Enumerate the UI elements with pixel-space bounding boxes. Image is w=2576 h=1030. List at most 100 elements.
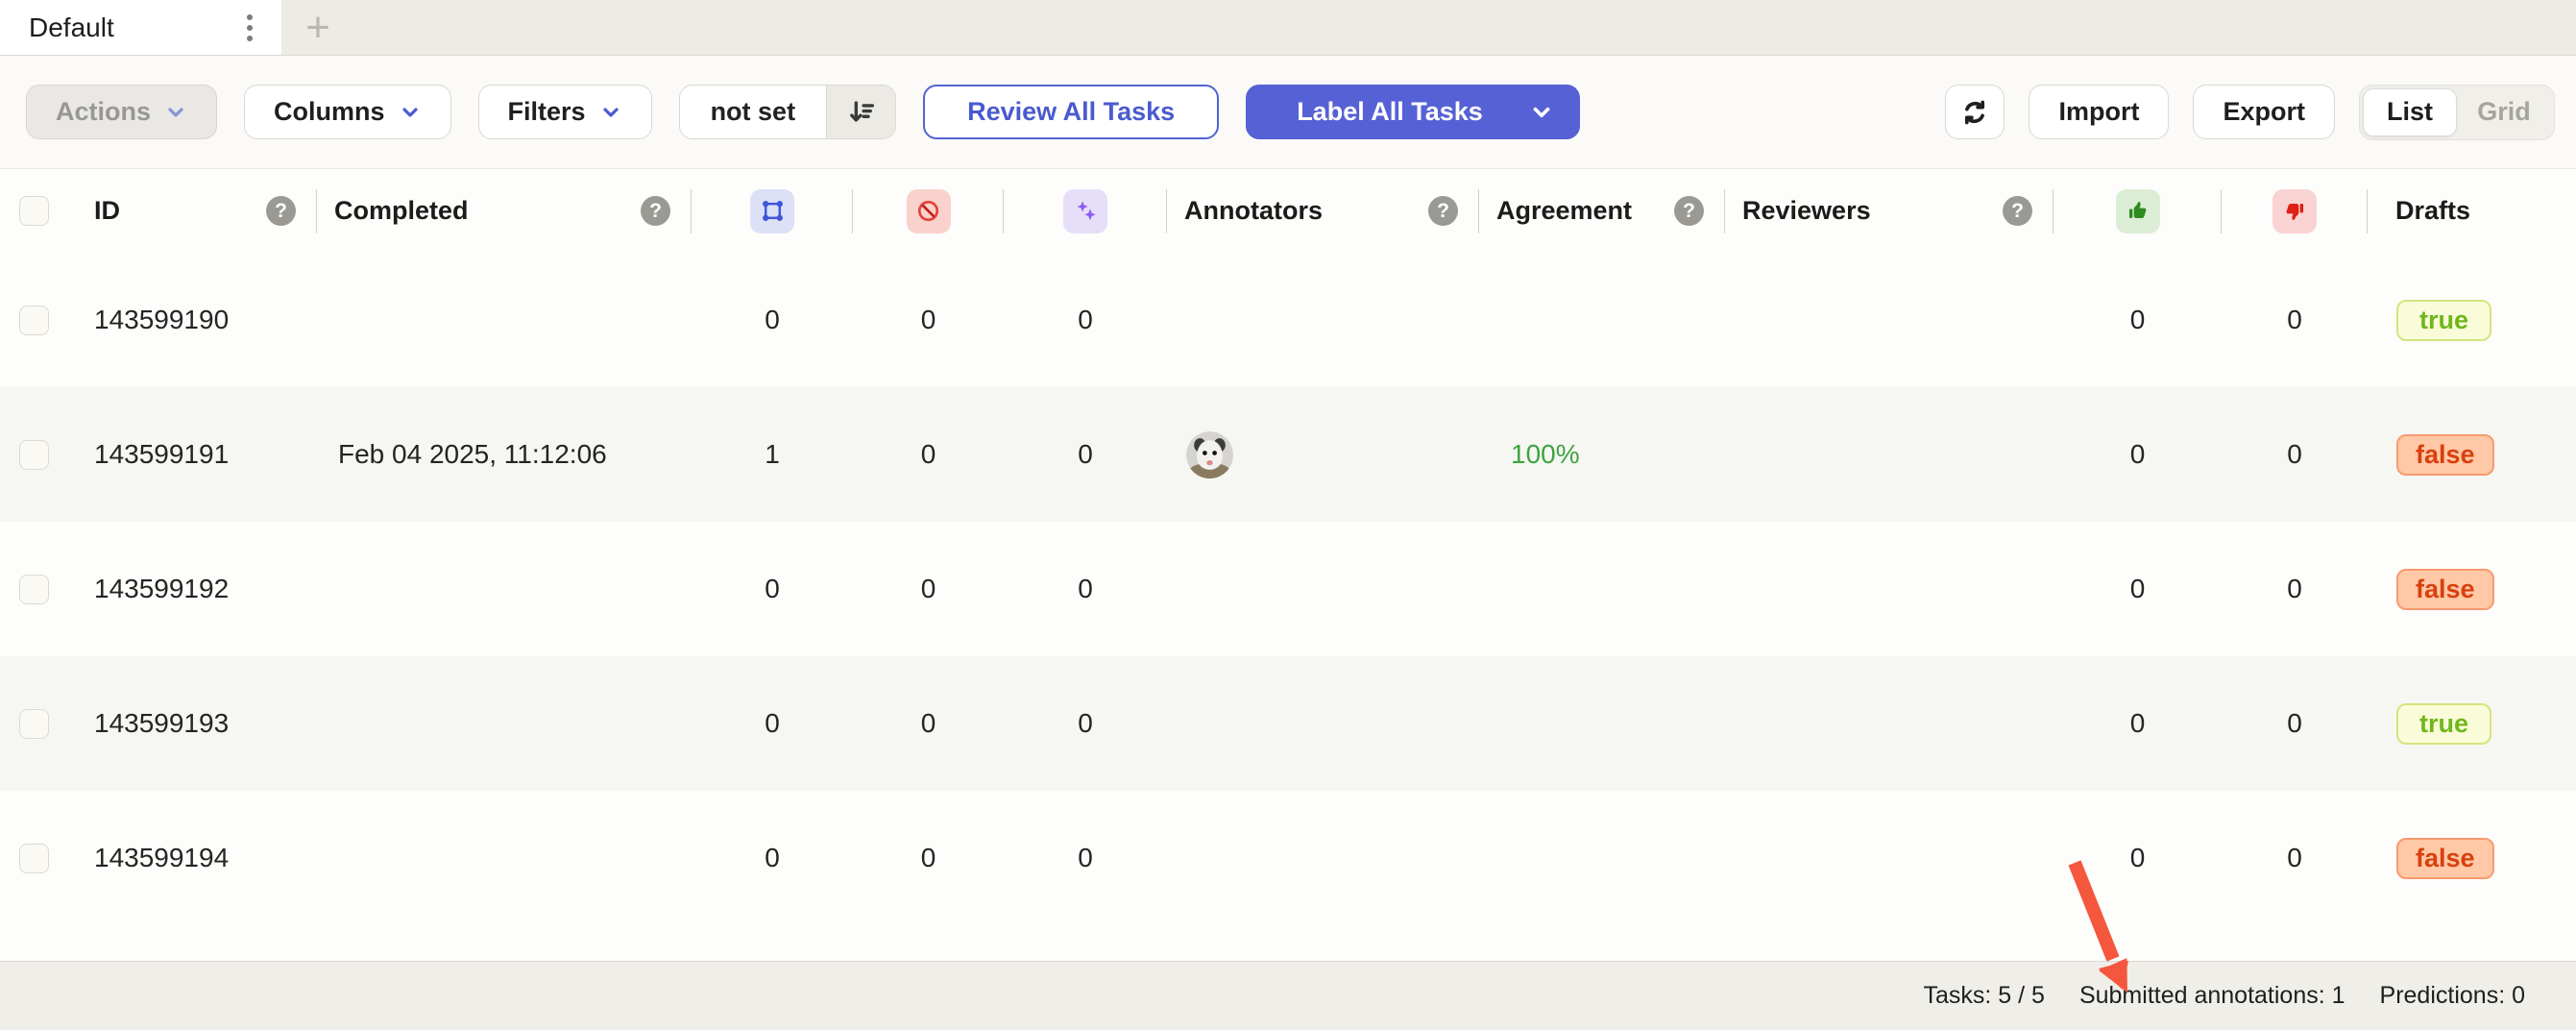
help-icon[interactable]: ? <box>266 196 296 226</box>
submitted-annotations-count: Submitted annotations: 1 <box>2079 982 2345 1010</box>
refresh-icon <box>1958 96 1991 129</box>
view-list-button[interactable]: List <box>2363 88 2457 136</box>
row-checkbox[interactable] <box>19 709 49 739</box>
cell-predictions: 0 <box>1004 708 1167 739</box>
tab-strip: Default + <box>0 0 2576 56</box>
cell-predictions: 0 <box>1004 305 1167 335</box>
export-button[interactable]: Export <box>2193 85 2335 139</box>
help-icon[interactable]: ? <box>641 196 670 226</box>
cell-predictions: 0 <box>1004 843 1167 873</box>
header-agreement-label: Agreement <box>1496 196 1632 226</box>
table-row[interactable]: 143599191 Feb 04 2025, 11:12:06 1 0 0 10… <box>0 387 2576 522</box>
header-agreement[interactable]: Agreement ? <box>1479 169 1725 253</box>
view-grid-label: Grid <box>2477 97 2531 127</box>
annotations-count-icon <box>750 189 794 233</box>
tasks-count: Tasks: 5 / 5 <box>1924 982 2045 1010</box>
ordering-value[interactable]: not set <box>680 86 827 138</box>
header-reviewers[interactable]: Reviewers ? <box>1725 169 2054 253</box>
add-tab-button[interactable]: + <box>281 0 354 55</box>
cell-accepted: 0 <box>2054 439 2222 470</box>
header-completed[interactable]: Completed ? <box>317 169 692 253</box>
cell-rejected: 0 <box>2222 439 2368 470</box>
drafts-badge: false <box>2396 569 2494 610</box>
cell-agreement: 100% <box>1479 439 1725 470</box>
header-predictions[interactable] <box>1004 169 1167 253</box>
filters-label: Filters <box>508 97 586 127</box>
cell-cancelled: 0 <box>853 305 1004 335</box>
row-checkbox[interactable] <box>19 440 49 470</box>
filters-button[interactable]: Filters <box>478 85 652 139</box>
header-cancelled-annotations[interactable] <box>853 169 1004 253</box>
toolbar: Actions Columns Filters not set Review A… <box>0 56 2576 169</box>
cell-id: 143599191 <box>77 439 317 470</box>
cell-rejected: 0 <box>2222 305 2368 335</box>
header-annotators[interactable]: Annotators ? <box>1167 169 1479 253</box>
select-all-checkbox[interactable] <box>19 196 49 226</box>
tab-menu-kebab-icon[interactable] <box>239 7 260 49</box>
plus-icon: + <box>305 7 330 49</box>
header-reviews-accepted[interactable] <box>2054 169 2222 253</box>
help-icon[interactable]: ? <box>2003 196 2032 226</box>
table-header: ID ? Completed ? An <box>0 169 2576 253</box>
header-id[interactable]: ID ? <box>77 169 317 253</box>
header-reviews-rejected[interactable] <box>2222 169 2368 253</box>
import-label: Import <box>2058 97 2139 127</box>
drafts-badge: true <box>2396 703 2491 745</box>
cell-annotations: 0 <box>692 305 853 335</box>
cell-annotations: 0 <box>692 708 853 739</box>
annotator-avatar[interactable] <box>1186 431 1233 478</box>
columns-label: Columns <box>274 97 385 127</box>
help-icon[interactable]: ? <box>1674 196 1704 226</box>
review-all-tasks-label: Review All Tasks <box>967 97 1175 127</box>
header-reviewers-label: Reviewers <box>1742 196 1871 226</box>
table-row[interactable]: 143599190 0 0 0 0 0 true <box>0 253 2576 387</box>
header-drafts-label: Drafts <box>2395 196 2470 226</box>
view-list-label: List <box>2387 97 2433 127</box>
tab-default[interactable]: Default <box>0 0 281 55</box>
label-all-tasks-button[interactable]: Label All Tasks <box>1246 85 1580 139</box>
ordering-button[interactable]: not set <box>679 85 897 139</box>
refresh-button[interactable] <box>1945 85 2005 139</box>
header-annotations-count[interactable] <box>692 169 853 253</box>
cell-id: 143599190 <box>77 305 317 335</box>
drafts-badge: false <box>2396 838 2494 879</box>
chevron-down-icon <box>1529 100 1554 125</box>
cell-cancelled: 0 <box>853 843 1004 873</box>
chevron-down-icon <box>599 101 622 124</box>
cell-annotators <box>1167 431 1479 478</box>
cell-accepted: 0 <box>2054 574 2222 604</box>
tab-default-label: Default <box>29 12 114 43</box>
review-all-tasks-button[interactable]: Review All Tasks <box>923 85 1219 139</box>
actions-button[interactable]: Actions <box>26 85 217 139</box>
columns-button[interactable]: Columns <box>244 85 451 139</box>
cell-accepted: 0 <box>2054 305 2222 335</box>
header-annotators-label: Annotators <box>1184 196 1323 226</box>
drafts-badge: false <box>2396 434 2494 476</box>
table-row[interactable]: 143599193 0 0 0 0 0 true <box>0 656 2576 791</box>
import-button[interactable]: Import <box>2029 85 2169 139</box>
view-grid-button[interactable]: Grid <box>2457 88 2551 136</box>
cell-id: 143599193 <box>77 708 317 739</box>
thumbs-down-icon <box>2272 189 2317 233</box>
cancelled-annotations-icon <box>907 189 951 233</box>
view-toggle: List Grid <box>2359 85 2555 140</box>
cell-id: 143599192 <box>77 574 317 604</box>
cell-annotations: 1 <box>692 439 853 470</box>
cell-annotations: 0 <box>692 574 853 604</box>
header-drafts[interactable]: Drafts <box>2368 169 2576 253</box>
row-checkbox[interactable] <box>19 844 49 873</box>
cell-cancelled: 0 <box>853 708 1004 739</box>
row-checkbox[interactable] <box>19 306 49 335</box>
task-table-body: 143599190 0 0 0 0 0 true 143599191 Feb 0… <box>0 253 2576 925</box>
sort-direction-button[interactable] <box>826 86 895 138</box>
cell-rejected: 0 <box>2222 843 2368 873</box>
header-select-all <box>0 169 77 253</box>
cell-accepted: 0 <box>2054 708 2222 739</box>
header-completed-label: Completed <box>334 196 469 226</box>
table-row[interactable]: 143599194 0 0 0 0 0 false <box>0 791 2576 925</box>
row-checkbox[interactable] <box>19 575 49 604</box>
table-row[interactable]: 143599192 0 0 0 0 0 false <box>0 522 2576 656</box>
help-icon[interactable]: ? <box>1428 196 1458 226</box>
predictions-count: Predictions: 0 <box>2380 982 2525 1010</box>
sort-descending-icon <box>845 96 878 129</box>
